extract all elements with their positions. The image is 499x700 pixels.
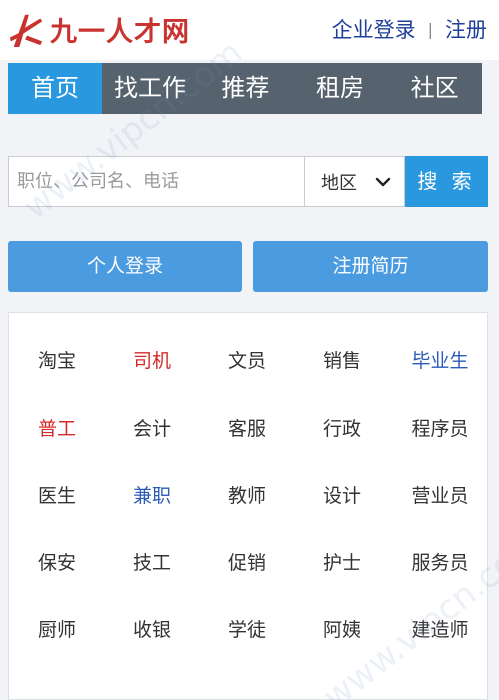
register-link[interactable]: 注册 bbox=[445, 14, 487, 44]
job-category-link[interactable]: 程序员 bbox=[392, 409, 488, 449]
nav-item-rent[interactable]: 租房 bbox=[293, 63, 388, 114]
job-row: 淘宝 司机 文员 销售 毕业生 bbox=[9, 341, 489, 381]
job-category-link[interactable]: 保安 bbox=[9, 543, 105, 583]
header: 九一人才网 企业登录 | 注册 bbox=[0, 0, 499, 60]
job-category-link[interactable]: 技工 bbox=[104, 543, 200, 583]
job-category-link[interactable]: 毕业生 bbox=[392, 341, 488, 381]
job-row: 普工 会计 客服 行政 程序员 bbox=[9, 409, 489, 449]
job-category-link[interactable]: 医生 bbox=[9, 476, 105, 516]
job-category-link[interactable]: 兼职 bbox=[104, 476, 200, 516]
job-category-link[interactable]: 普工 bbox=[9, 409, 105, 449]
job-category-link[interactable]: 护士 bbox=[294, 543, 390, 583]
job-category-link[interactable]: 设计 bbox=[294, 476, 390, 516]
job-category-link[interactable]: 会计 bbox=[104, 409, 200, 449]
search-button[interactable]: 搜 索 bbox=[405, 156, 488, 207]
job-row: 医生 兼职 教师 设计 营业员 bbox=[9, 476, 489, 516]
header-separator: | bbox=[427, 19, 433, 39]
region-select[interactable]: 地区 bbox=[305, 156, 405, 207]
main-nav: 首页 找工作 推荐 租房 社区 bbox=[8, 63, 482, 114]
company-login-link[interactable]: 企业登录 bbox=[332, 14, 416, 44]
site-logo[interactable]: 九一人才网 bbox=[8, 6, 190, 52]
register-resume-button[interactable]: 注册简历 bbox=[253, 241, 488, 292]
job-category-link[interactable]: 教师 bbox=[199, 476, 295, 516]
logo-icon bbox=[9, 14, 43, 48]
logo-text: 九一人才网 bbox=[50, 16, 190, 48]
job-category-link[interactable]: 淘宝 bbox=[9, 341, 105, 381]
job-category-link[interactable]: 学徒 bbox=[199, 610, 295, 650]
job-category-link[interactable]: 行政 bbox=[294, 409, 390, 449]
nav-item-community[interactable]: 社区 bbox=[387, 63, 482, 114]
personal-login-button[interactable]: 个人登录 bbox=[8, 241, 242, 292]
chevron-down-icon bbox=[375, 177, 391, 186]
job-category-link[interactable]: 厨师 bbox=[9, 610, 105, 650]
job-category-link[interactable]: 客服 bbox=[199, 409, 295, 449]
job-category-link[interactable]: 销售 bbox=[294, 341, 390, 381]
job-category-link[interactable]: 司机 bbox=[104, 341, 200, 381]
job-row: 保安 技工 促销 护士 服务员 bbox=[9, 543, 489, 583]
job-category-link[interactable]: 促销 bbox=[199, 543, 295, 583]
region-label: 地区 bbox=[321, 172, 357, 194]
job-category-link[interactable]: 收银 bbox=[104, 610, 200, 650]
job-category-link[interactable]: 文员 bbox=[199, 341, 295, 381]
nav-item-home[interactable]: 首页 bbox=[8, 63, 102, 114]
header-links: 企业登录 | 注册 bbox=[332, 14, 487, 44]
job-category-link[interactable]: 营业员 bbox=[392, 476, 488, 516]
